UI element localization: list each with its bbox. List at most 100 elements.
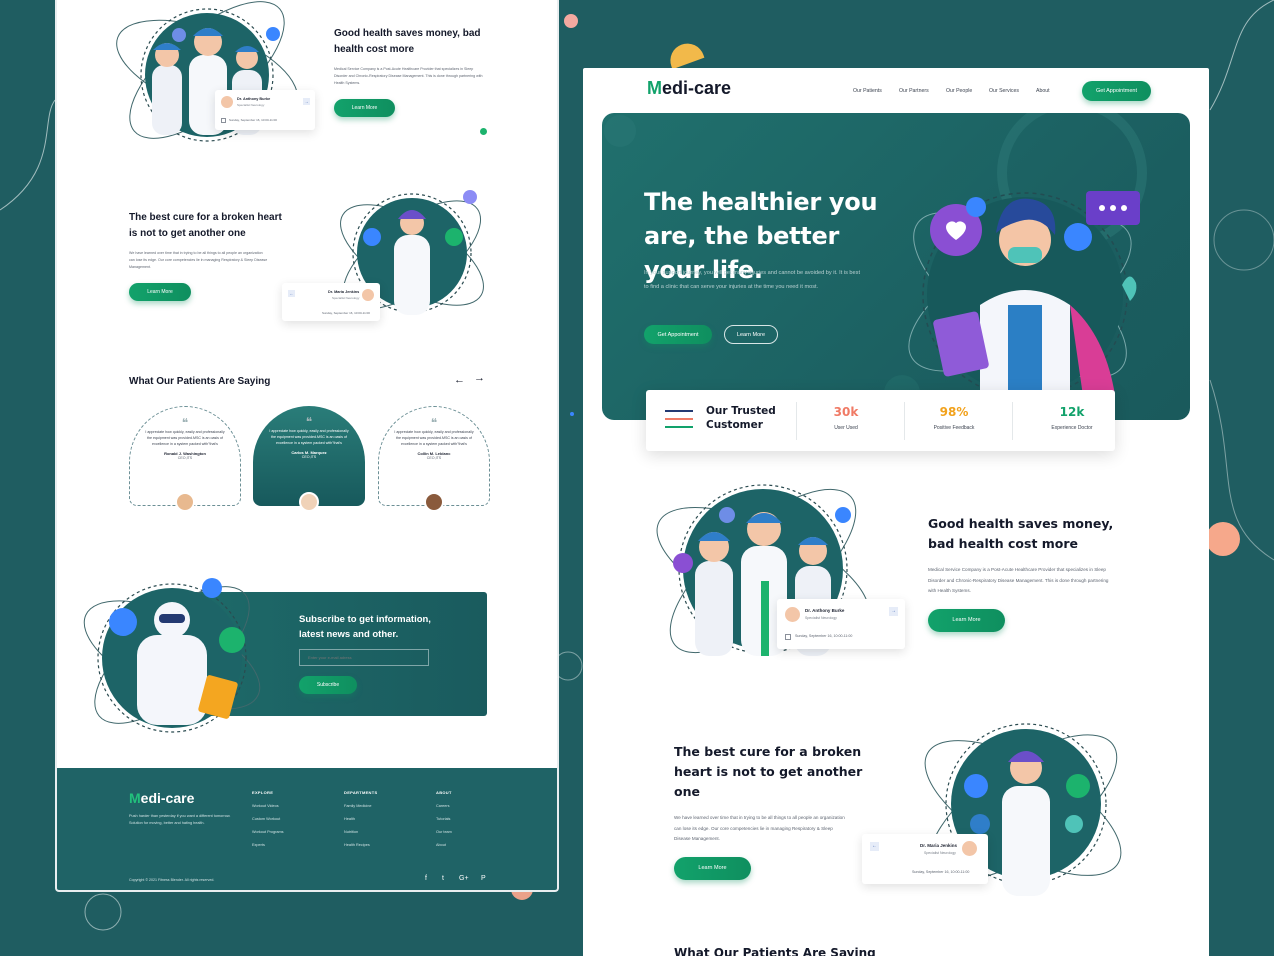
testimonial-role: CEO,ITS bbox=[301, 455, 317, 459]
left-testimonials-title: What Our Patients Are Saying bbox=[129, 376, 271, 387]
doctor-role: Specialist Neurology bbox=[332, 296, 360, 300]
stat-key: Experience Doctor bbox=[1051, 425, 1093, 431]
footer-link[interactable]: Health bbox=[344, 817, 377, 821]
nav-logo[interactable]: Medi-care bbox=[647, 78, 731, 99]
footer-blurb: Push harder than yesterday if you want a… bbox=[129, 814, 231, 825]
left-section1-learn-more-button[interactable]: Learn More bbox=[334, 99, 395, 117]
quote-icon: ❝ bbox=[305, 415, 313, 429]
nav-logo-m: M bbox=[647, 78, 662, 98]
footer-link[interactable]: Our team bbox=[436, 830, 452, 834]
sliders-icon bbox=[665, 407, 693, 433]
footer-link[interactable]: Tutorials bbox=[436, 817, 452, 821]
nav-logo-text: edi-care bbox=[662, 78, 732, 98]
appointment-date: Sunday, September 16, 10:00-11:00 bbox=[795, 634, 853, 638]
avatar bbox=[299, 492, 319, 512]
testimonial-card-3: ❝ I appreciate how quickly, easily and p… bbox=[378, 406, 490, 516]
footer-link[interactable]: Workout Videos bbox=[252, 804, 284, 808]
doctor-avatar bbox=[362, 289, 374, 301]
left-section1-illustration bbox=[107, 0, 307, 155]
footer-link[interactable]: Workout Programs bbox=[252, 830, 284, 834]
footer-link[interactable]: Nutrition bbox=[344, 830, 377, 834]
doctor-avatar bbox=[221, 96, 233, 108]
footer-link[interactable]: Custom Workout bbox=[252, 817, 284, 821]
doctor-name: Dr. Maria Jenkins bbox=[920, 843, 958, 848]
footer-col-head: DEPARTMENTS bbox=[344, 790, 378, 795]
decor-dot-peach bbox=[1206, 522, 1240, 556]
nav-item-our-partners[interactable]: Our Partners bbox=[899, 88, 929, 94]
subscribe-button[interactable]: Subscribe bbox=[299, 676, 357, 694]
right-page-preview: Medi-care Our Patients Our Partners Our … bbox=[583, 68, 1209, 956]
footer-logo[interactable]: Medi-care bbox=[129, 790, 194, 806]
nav-item-our-services[interactable]: Our Services bbox=[989, 88, 1019, 94]
appointment-date: Sunday, September 16, 10:00-11:00 bbox=[229, 118, 277, 122]
right-section1-title: Good health saves money, bad health cost… bbox=[928, 516, 1114, 551]
footer-logo-text: edi-care bbox=[140, 790, 195, 806]
quote-icon: ❝ bbox=[181, 416, 189, 430]
footer-col-about: ABOUT Careers Tutorials Our team About bbox=[436, 790, 452, 856]
stat-users: 30k User Used bbox=[796, 405, 896, 431]
nav-item-our-patients[interactable]: Our Patients bbox=[853, 88, 882, 94]
stat-key: Positive Feedback bbox=[933, 425, 975, 431]
right-section2-title: The best cure for a broken heart is not … bbox=[674, 744, 863, 799]
left-section2-desc: We have learned over time that in trying… bbox=[129, 251, 268, 269]
footer-col-explore: EXPLORE Workout Videos Custom Workout Wo… bbox=[252, 790, 284, 856]
arrow-icon[interactable]: → bbox=[889, 607, 898, 616]
testimonial-text: I appreciate how quickly, easily and pro… bbox=[269, 429, 349, 445]
left-section1-doctor-card: Dr. Anthony Burke Specialist Neurology S… bbox=[215, 90, 315, 130]
doctor-name: Dr. Maria Jenkins bbox=[328, 290, 360, 294]
testimonial-text: I appreciate how quickly, easily and pro… bbox=[145, 430, 225, 446]
testimonial-role: CEO,ITS bbox=[426, 456, 442, 460]
right-section1-learn-more-button[interactable]: Learn More bbox=[928, 608, 1005, 632]
hero-get-appointment-button[interactable]: Get Appointment bbox=[644, 325, 712, 344]
right-section1-desc: Medical Service Company is a Post-Acute … bbox=[928, 567, 1109, 593]
doctor-role: Specialist Neurology bbox=[805, 616, 837, 620]
left-section2-learn-more-button[interactable]: Learn More bbox=[129, 283, 191, 301]
hero-banner: The healthier you are, the better your l… bbox=[602, 113, 1190, 420]
arrow-left-icon[interactable]: ← bbox=[288, 290, 295, 297]
footer-link[interactable]: Careers bbox=[436, 804, 452, 808]
google-plus-icon[interactable]: G+ bbox=[459, 875, 469, 882]
hero-description: In your support journey, you will get ma… bbox=[644, 270, 860, 290]
left-section1-desc: Medical Service Company is a Post-Acute … bbox=[334, 67, 483, 85]
avatar bbox=[175, 492, 195, 512]
appointment-date: Sunday, September 16, 10:00-11:00 bbox=[322, 311, 370, 315]
next-arrow-icon[interactable]: → bbox=[474, 372, 485, 384]
pinterest-icon[interactable]: P bbox=[481, 875, 486, 882]
nav-item-our-people[interactable]: Our People bbox=[946, 88, 972, 94]
decor-dot-pink bbox=[564, 14, 578, 28]
footer-link[interactable]: Family Medicine bbox=[344, 804, 377, 808]
stat-value: 98% bbox=[939, 405, 969, 419]
nav-get-appointment-button[interactable]: Get Appointment bbox=[1082, 81, 1151, 101]
subscribe-illustration bbox=[67, 560, 267, 750]
nav-item-about[interactable]: About bbox=[1036, 88, 1050, 94]
footer-link[interactable]: Experts bbox=[252, 843, 284, 847]
decor-dot-green bbox=[480, 128, 487, 135]
quote-icon: ❝ bbox=[430, 416, 438, 430]
left-footer: Medi-care Push harder than yesterday if … bbox=[57, 768, 557, 890]
right-section2-desc: We have learned over time that in trying… bbox=[674, 815, 845, 841]
footer-link[interactable]: Health Recipes bbox=[344, 843, 377, 847]
left-section2-doctor-card: ← Dr. Maria Jenkins Specialist Neurology… bbox=[282, 283, 380, 321]
stat-value: 12k bbox=[1059, 405, 1085, 419]
subscribe-email-input[interactable] bbox=[299, 649, 429, 666]
testimonial-card-2: ❝ I appreciate how quickly, easily and p… bbox=[253, 406, 365, 516]
footer-link[interactable]: About bbox=[436, 843, 452, 847]
testimonial-text: I appreciate how quickly, easily and pro… bbox=[394, 430, 474, 446]
left-page-preview: Dr. Anthony Burke Specialist Neurology S… bbox=[55, 0, 559, 892]
hero-learn-more-button[interactable]: Learn More bbox=[724, 325, 778, 344]
doctor-role: Specialist Neurology bbox=[237, 103, 265, 107]
subscribe-title: Subscribe to get information, latest new… bbox=[299, 614, 431, 640]
arrow-left-icon[interactable]: ← bbox=[870, 842, 879, 851]
right-section1-doctor-card: Dr. Anthony Burke Specialist Neurology S… bbox=[777, 599, 905, 649]
twitter-icon[interactable]: t bbox=[442, 875, 444, 882]
prev-arrow-icon[interactable]: ← bbox=[454, 374, 465, 386]
stat-doctors: 12k Experience Doctor bbox=[1022, 405, 1122, 431]
facebook-icon[interactable]: f bbox=[425, 875, 427, 882]
doctor-name: Dr. Anthony Burke bbox=[237, 97, 271, 101]
hero-doctor-illustration bbox=[890, 155, 1150, 420]
right-testimonials-title: What Our Patients Are Saying bbox=[674, 946, 876, 956]
divider bbox=[1012, 402, 1013, 440]
doctor-avatar bbox=[962, 841, 977, 856]
right-section2-learn-more-button[interactable]: Learn More bbox=[674, 856, 751, 880]
arrow-icon[interactable]: → bbox=[303, 98, 310, 105]
